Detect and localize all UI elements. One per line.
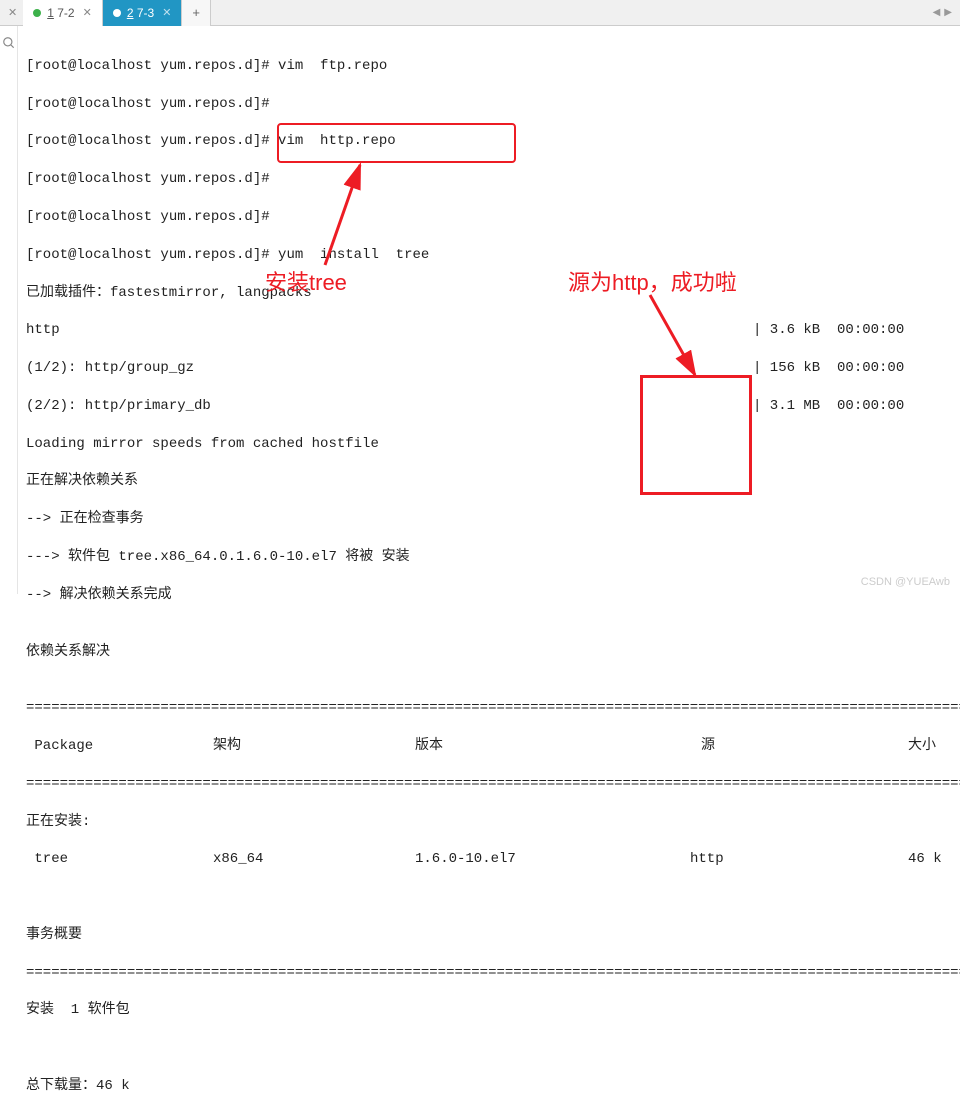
installing-label: 正在安装: (26, 813, 952, 832)
watermark: CSDN @YUEAwb (861, 576, 950, 588)
terminal-line: ---> 软件包 tree.x86_64.0.1.6.0-10.el7 将被 安… (26, 548, 952, 567)
terminal-line: 正在解决依赖关系 (26, 472, 952, 491)
tab-7-2[interactable]: 1 7-2 ✕ (23, 0, 103, 26)
total-download: 总下载量：46 k (26, 1077, 952, 1096)
blank-line (26, 1039, 952, 1058)
header-package: Package (26, 738, 93, 754)
chevron-left-icon[interactable]: ◀ (933, 7, 941, 18)
close-icon[interactable]: ✕ (162, 6, 171, 19)
terminal-line: 依赖关系解决 (26, 643, 952, 662)
terminal-line: Loading mirror speeds from cached hostfi… (26, 435, 952, 454)
header-arch: 架构 (213, 737, 241, 756)
chevron-right-icon[interactable]: ▶ (944, 7, 952, 18)
search-icon[interactable] (2, 36, 16, 50)
table-header: Package 架构 版本 源 大小 (26, 737, 952, 756)
status-dot-icon (33, 9, 41, 17)
cell-size: 46 k (908, 850, 942, 869)
annotation-src-http: 源为http，成功啦 (568, 265, 737, 297)
terminal-output[interactable]: [root@localhost yum.repos.d]# vim ftp.re… (18, 26, 960, 594)
download-stat: | 3.1 MB 00:00:00 (753, 397, 904, 416)
download-item: (1/2): http/group_gz (26, 360, 194, 376)
close-icon[interactable]: ✕ (8, 6, 17, 19)
separator-line: ========================================… (26, 699, 952, 718)
header-source: 源 (701, 737, 715, 756)
cell-source: http (690, 850, 724, 869)
separator-line: ========================================… (26, 775, 952, 794)
cell-arch: x86_64 (213, 850, 263, 869)
download-item: (2/2): http/primary_db (26, 398, 211, 414)
annotation-install-tree: 安装tree (265, 265, 347, 297)
status-dot-icon (113, 9, 121, 17)
install-count: 安装 1 软件包 (26, 1001, 952, 1020)
tab-7-3[interactable]: 2 7-3 ✕ (103, 0, 183, 26)
header-size: 大小 (908, 737, 936, 756)
terminal-line: (1/2): http/group_gz | 156 kB 00:00:00 (26, 359, 952, 378)
header-version: 版本 (415, 737, 443, 756)
command: yum install tree (270, 247, 430, 263)
tab-label: 1 7-2 (47, 6, 74, 20)
summary-label: 事务概要 (26, 926, 952, 945)
tab-label: 2 7-3 (127, 6, 154, 20)
new-tab-button[interactable]: + (182, 0, 211, 26)
terminal-line: --> 解决依赖关系完成 (26, 586, 952, 605)
terminal-line: [root@localhost yum.repos.d]# yum instal… (26, 246, 952, 265)
terminal-line: 已加载插件：fastestmirror, langpacks (26, 284, 952, 303)
terminal-line: http | 3.6 kB 00:00:00 (26, 321, 952, 340)
terminal-line: (2/2): http/primary_db | 3.1 MB 00:00:00 (26, 397, 952, 416)
terminal-line: [root@localhost yum.repos.d]# vim ftp.re… (26, 57, 952, 76)
annotation-box-command (277, 123, 516, 163)
terminal-line: [root@localhost yum.repos.d]# (26, 170, 952, 189)
cell-package: tree (26, 851, 68, 867)
tab-nav-arrows: ◀ ▶ (933, 7, 960, 18)
terminal-line: [root@localhost yum.repos.d]# (26, 208, 952, 227)
terminal-line: [root@localhost yum.repos.d]# (26, 95, 952, 114)
sidebar (0, 26, 18, 594)
download-stat: | 156 kB 00:00:00 (753, 359, 904, 378)
prompt: [root@localhost yum.repos.d]# (26, 247, 270, 263)
repo-name: http (26, 322, 60, 338)
terminal-line: --> 正在检查事务 (26, 510, 952, 529)
blank-line (26, 888, 952, 907)
separator-line: ========================================… (26, 964, 952, 983)
cell-version: 1.6.0-10.el7 (415, 850, 516, 869)
close-icon[interactable]: ✕ (83, 6, 92, 19)
download-stat: | 3.6 kB 00:00:00 (753, 321, 904, 340)
annotation-box-source (640, 375, 752, 495)
table-row: tree x86_64 1.6.0-10.el7 http 46 k (26, 850, 952, 869)
tab-bar: ✕ 1 7-2 ✕ 2 7-3 ✕ + ◀ ▶ (0, 0, 960, 26)
